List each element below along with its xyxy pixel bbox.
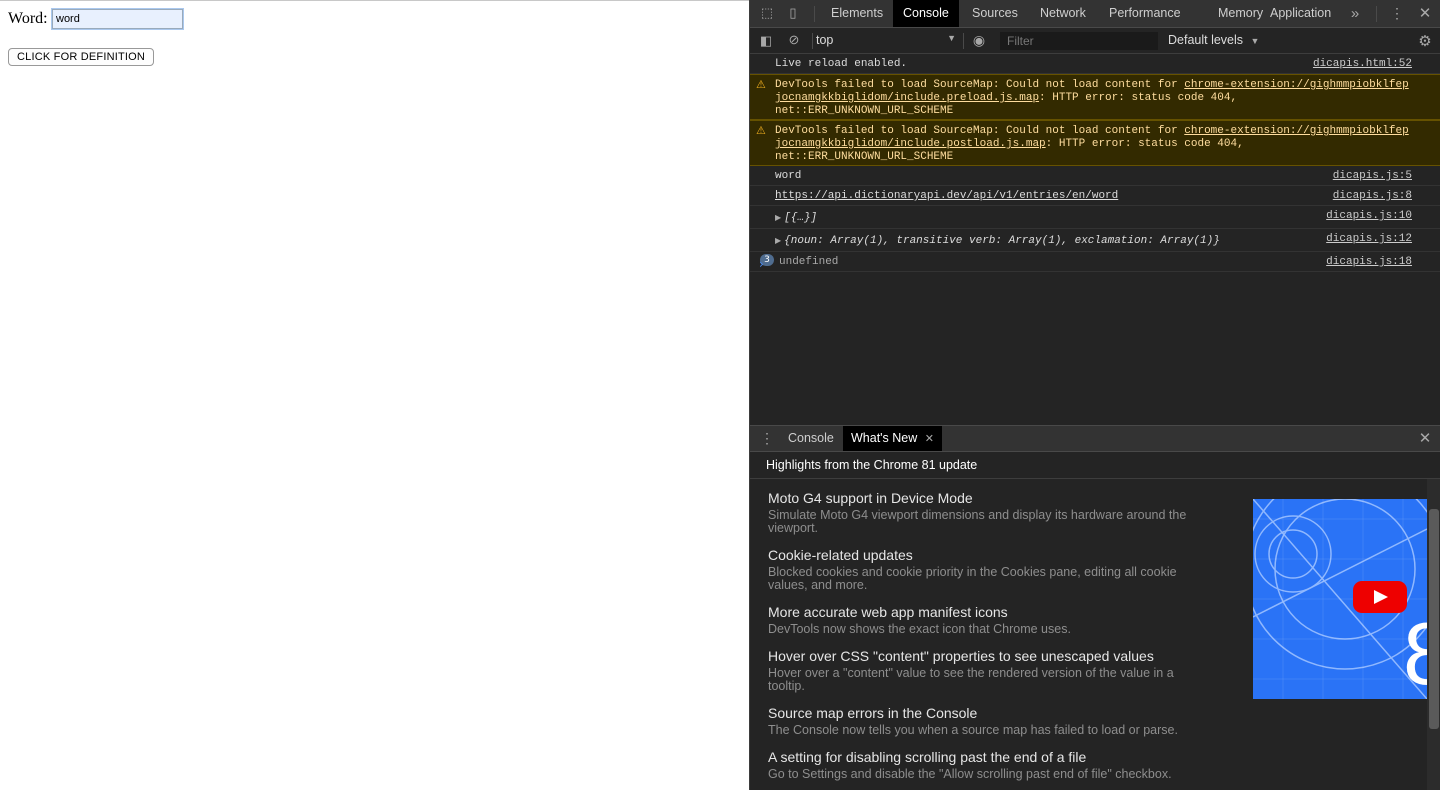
source-link[interactable]: dicapis.js:5 <box>1333 170 1412 183</box>
object-preview[interactable]: {noun: Array(1), transitive verb: Array(… <box>784 235 1220 247</box>
close-tab-icon[interactable]: ✕ <box>925 433 934 445</box>
drawer-tab-label: What's New <box>851 431 918 445</box>
definition-button[interactable]: CLICK FOR DEFINITION <box>8 48 155 66</box>
feature-description: Blocked cookies and cookie priority in t… <box>768 565 1177 592</box>
feature-item[interactable]: Cookie-related updates Blocked cookies a… <box>768 546 1208 592</box>
feature-item[interactable]: Moto G4 support in Device Mode Simulate … <box>768 489 1208 535</box>
sidebar-toggle-icon[interactable]: ◧ <box>758 33 774 49</box>
whats-new-header: Highlights from the Chrome 81 update <box>750 452 1440 479</box>
device-toolbar-icon[interactable]: ▯ <box>784 5 802 21</box>
expand-triangle-icon[interactable]: ▶ <box>775 236 781 245</box>
log-levels-dropdown[interactable]: Default levels ▼ <box>1168 33 1259 47</box>
more-tabs-icon[interactable]: » <box>1346 5 1364 22</box>
source-link[interactable]: dicapis.js:10 <box>1326 210 1412 223</box>
tab-elements[interactable]: Elements <box>821 0 893 27</box>
toolbar-divider <box>963 33 964 49</box>
live-expression-eye-icon[interactable]: ◉ <box>970 32 988 49</box>
console-message: ▶ [{…}] dicapis.js:10 <box>750 206 1440 229</box>
clear-console-icon[interactable]: ⊘ <box>786 32 802 48</box>
tab-application[interactable]: Application <box>1260 0 1341 27</box>
feature-description: Simulate Moto G4 viewport dimensions and… <box>768 508 1187 535</box>
console-toolbar: ◧ ⊘ top ▼ ◉ Filter Default levels ▼ ⚙ <box>750 28 1440 54</box>
feature-description: Go to Settings and disable the "Allow sc… <box>768 767 1172 781</box>
log-levels-label: Default levels <box>1168 33 1244 47</box>
svg-text:8: 8 <box>1403 604 1427 699</box>
array-preview[interactable]: [{…}] <box>784 212 817 224</box>
console-prompt-chevron-icon[interactable]: › <box>759 257 764 271</box>
feature-item[interactable]: Source map errors in the Console The Con… <box>768 704 1208 737</box>
console-messages: Live reload enabled. dicapis.html:52 ⚠ D… <box>750 54 1440 424</box>
feature-title: A setting for disabling scrolling past t… <box>768 749 1087 765</box>
dropdown-arrow-icon: ▼ <box>1250 36 1260 46</box>
feature-title: Hover over CSS "content" properties to s… <box>768 648 1154 664</box>
warning-icon: ⚠ <box>756 124 766 137</box>
inspect-element-icon[interactable]: ⬚ <box>758 5 776 21</box>
page-viewport: Word: CLICK FOR DEFINITION <box>0 0 749 790</box>
dropdown-arrow-icon: ▼ <box>947 33 956 43</box>
feature-description: Hover over a "content" value to see the … <box>768 666 1174 693</box>
devtools-toolbar: ⬚ ▯ Elements Console Sources Network Per… <box>750 0 1440 28</box>
word-input[interactable] <box>52 9 183 29</box>
word-label: Word: <box>8 10 48 27</box>
drawer-menu-icon[interactable]: ⋮ <box>760 430 774 447</box>
tab-performance[interactable]: Performance <box>1099 0 1191 27</box>
toolbar-divider <box>812 33 813 49</box>
context-selector[interactable]: top ▼ <box>816 33 956 47</box>
console-message: 3 undefined dicapis.js:18 <box>750 252 1440 272</box>
feature-title: Cookie-related updates <box>768 547 913 563</box>
filter-input[interactable]: Filter <box>1000 32 1158 50</box>
feature-item[interactable]: Hover over CSS "content" properties to s… <box>768 647 1208 693</box>
warning-text: DevTools failed to load SourceMap: Could… <box>775 79 1185 91</box>
console-warning: ⚠ DevTools failed to load SourceMap: Cou… <box>750 74 1440 120</box>
console-warning: ⚠ DevTools failed to load SourceMap: Cou… <box>750 120 1440 166</box>
drawer-tab-whats-new[interactable]: What's New ✕ <box>843 426 942 451</box>
toolbar-divider <box>814 6 815 22</box>
feature-item[interactable]: More accurate web app manifest icons Dev… <box>768 603 1208 636</box>
youtube-play-icon[interactable] <box>1353 581 1407 613</box>
warning-text: DevTools failed to load SourceMap: Could… <box>775 125 1185 137</box>
chrome-81-video-thumbnail[interactable]: 8 <box>1253 499 1427 699</box>
source-link[interactable]: dicapis.js:12 <box>1326 233 1412 246</box>
drawer-scrollbar-thumb[interactable] <box>1429 509 1439 729</box>
message-text: undefined <box>779 256 839 268</box>
context-value: top <box>816 33 834 47</box>
more-options-icon[interactable]: ⋮ <box>1388 5 1406 22</box>
feature-description: The Console now tells you when a source … <box>768 723 1178 737</box>
feature-item[interactable]: A setting for disabling scrolling past t… <box>768 748 1208 781</box>
feature-title: Moto G4 support in Device Mode <box>768 490 973 506</box>
message-text: word <box>775 170 802 182</box>
tab-sources[interactable]: Sources <box>962 0 1028 27</box>
source-link[interactable]: dicapis.js:18 <box>1326 256 1412 269</box>
toolbar-divider <box>1376 6 1377 22</box>
console-message: word dicapis.js:5 <box>750 166 1440 186</box>
drawer-tabbar: ⋮ Console What's New ✕ ✕ <box>750 425 1440 452</box>
tab-network[interactable]: Network <box>1030 0 1096 27</box>
console-message: https://api.dictionaryapi.dev/api/v1/ent… <box>750 186 1440 206</box>
expand-triangle-icon[interactable]: ▶ <box>775 213 781 222</box>
source-link[interactable]: dicapis.js:8 <box>1333 190 1412 203</box>
source-link[interactable]: dicapis.html:52 <box>1313 58 1412 71</box>
api-url-link[interactable]: https://api.dictionaryapi.dev/api/v1/ent… <box>775 190 1118 202</box>
console-settings-gear-icon[interactable]: ⚙ <box>1416 32 1434 50</box>
feature-description: DevTools now shows the exact icon that C… <box>768 622 1071 636</box>
tab-console[interactable]: Console <box>893 0 959 27</box>
feature-title: Source map errors in the Console <box>768 705 978 721</box>
feature-title: More accurate web app manifest icons <box>768 604 1008 620</box>
close-drawer-icon[interactable]: ✕ <box>1416 429 1434 447</box>
close-devtools-icon[interactable]: ✕ <box>1416 4 1434 22</box>
whats-new-feature-list: Moto G4 support in Device Mode Simulate … <box>768 489 1208 792</box>
console-message: Live reload enabled. dicapis.html:52 <box>750 54 1440 74</box>
drawer-tab-console[interactable]: Console <box>780 426 842 451</box>
console-message: ▶ {noun: Array(1), transitive verb: Array… <box>750 229 1440 252</box>
message-text: Live reload enabled. <box>775 58 908 70</box>
warning-icon: ⚠ <box>756 78 766 91</box>
devtools-panel: ⬚ ▯ Elements Console Sources Network Per… <box>749 0 1440 790</box>
